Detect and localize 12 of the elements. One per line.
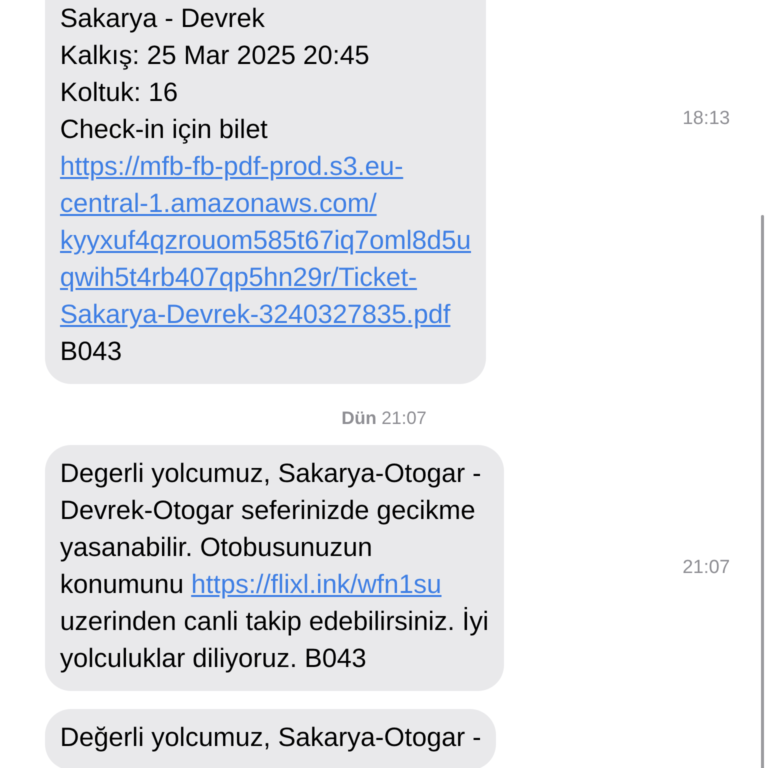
message-text: Sakarya - Devrek Kalkış: 25 Mar 2025 20:45 Koltuk: 16 Check-in için bilet https://mfb-fb-pdf-prod.s3.eu- central-1.amazonaws.com/ kyyxuf4qzrouom585t67iq7oml8d5u qwih5t4rb407qp5hn29r/Ticket- Sakarya-Devrek-3240327835.pdf B043 (60, 2, 472, 368)
message-link[interactable]: kyyxuf4qzrouom585t67iq7oml8d5u (60, 225, 472, 255)
message-link[interactable]: central-1.amazonaws.com/ (60, 188, 377, 218)
message-link[interactable]: Sakarya-Devrek-3240327835.pdf (60, 299, 450, 329)
message-text: Degerli yolcumuz, Sakarya-Otogar - Devrek-Otogar seferinizde gecikme yasanabilir. Otobusunuzun konumunu https://flixl.ink/wfn1su uzerinden canli takip edebilirsiniz. İyi yolculuklar diliyoruz. B043 (60, 457, 489, 675)
message-time: 21:07 (682, 557, 730, 579)
message-link[interactable]: qwih5t4rb407qp5hn29r/Ticket- (60, 262, 417, 292)
message-link[interactable]: https://mfb-fb-pdf-prod.s3.eu- (60, 151, 404, 181)
message-text: Değerli yolcumuz, Sakarya-Otogar - (60, 721, 482, 754)
message-link[interactable]: https://flixl.ink/wfn1su (191, 569, 442, 599)
date-header: Dün 21:07 (341, 408, 427, 429)
message-time: 18:13 (682, 108, 730, 130)
